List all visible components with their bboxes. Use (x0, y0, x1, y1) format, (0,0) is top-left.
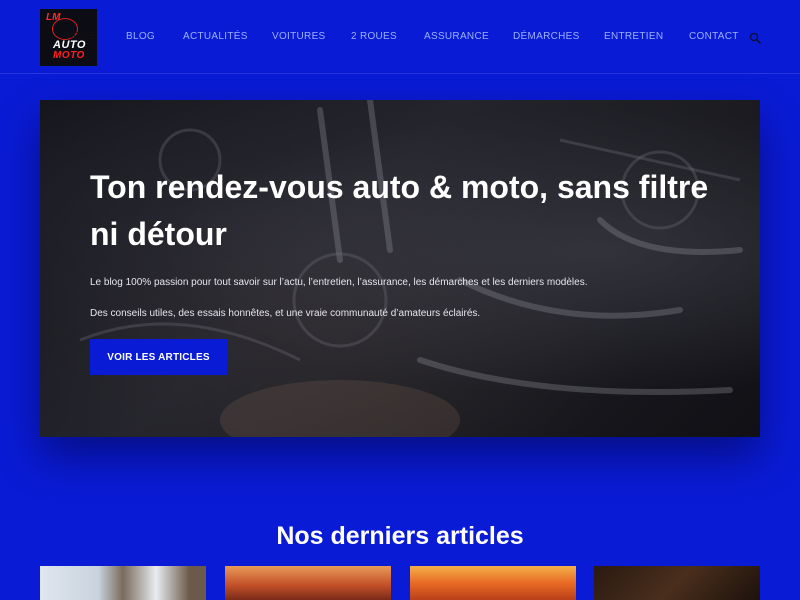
nav-item-voitures[interactable]: VOITURES (272, 31, 326, 42)
article-thumbnail[interactable] (225, 566, 391, 600)
hero-title: Ton rendez-vous auto & moto, sans filtre… (90, 169, 709, 252)
site-header: LM AUTO MOTO HOME BLOG ACTUALITÉS VOITUR… (0, 0, 800, 74)
logo-monogram: LM (46, 12, 61, 23)
nav-item-actualites[interactable]: ACTUALITÉS (183, 31, 248, 42)
nav-item-entretien[interactable]: ENTRETIEN (604, 31, 663, 42)
nav-item-2-roues[interactable]: 2 ROUES (351, 31, 397, 42)
nav-item-blog[interactable]: BLOG (126, 31, 155, 42)
see-articles-button[interactable]: VOIR LES ARTICLES (90, 339, 227, 375)
main-nav: BLOG ACTUALITÉS VOITURES 2 ROUES ASSURAN… (0, 31, 800, 45)
latest-articles-title: Nos derniers articles (276, 522, 524, 550)
article-thumbnail[interactable] (594, 566, 760, 600)
article-thumbnail[interactable] (40, 566, 206, 600)
hero-subdescription: Des conseils utiles, des essais honnêtes… (90, 308, 481, 319)
hero-background-image (79, 100, 743, 437)
nav-item-demarches[interactable]: DÉMARCHES (513, 31, 580, 42)
nav-item-contact[interactable]: CONTACT (689, 31, 739, 42)
hero-description: Le blog 100% passion pour tout savoir su… (90, 277, 588, 288)
nav-item-assurance[interactable]: ASSURANCE (424, 31, 489, 42)
hero-banner: Ton rendez-vous auto & moto, sans filtre… (40, 100, 760, 437)
article-thumbnail[interactable] (410, 566, 576, 600)
search-icon[interactable] (749, 32, 761, 44)
logo-moto-text: MOTO (53, 50, 85, 61)
